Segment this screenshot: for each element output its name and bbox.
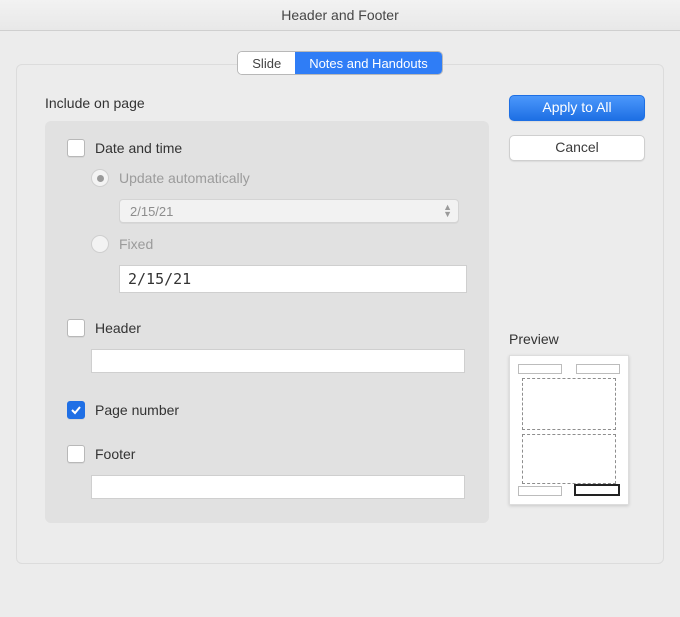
footer-label: Footer (95, 446, 135, 462)
header-checkbox[interactable] (67, 319, 85, 337)
options-left: Include on page Date and time Update aut… (45, 95, 489, 523)
preview-header-right (576, 364, 620, 374)
preview-label: Preview (509, 331, 645, 347)
footer-row: Footer (67, 445, 467, 463)
fixed-radio[interactable] (91, 235, 109, 253)
date-format-row: 2/15/21 ▲▼ (119, 199, 467, 223)
preview-header-left (518, 364, 562, 374)
tab-notes-handouts[interactable]: Notes and Handouts (295, 52, 442, 74)
pagenumber-row: Page number (67, 401, 467, 419)
apply-to-all-button[interactable]: Apply to All (509, 95, 645, 121)
footer-input[interactable] (91, 475, 465, 499)
update-auto-label: Update automatically (119, 170, 250, 186)
tab-group: Slide Notes and Handouts (16, 51, 664, 75)
preview-body-bottom (522, 434, 616, 484)
fixed-date-row: 2/15/21 (119, 265, 467, 293)
tab-slide[interactable]: Slide (238, 52, 295, 74)
datetime-label: Date and time (95, 140, 182, 156)
update-auto-radio[interactable] (91, 169, 109, 187)
preview-body-top (522, 378, 616, 430)
preview-footer-right (574, 484, 620, 496)
datetime-row: Date and time (67, 139, 467, 157)
header-row: Header (67, 319, 467, 337)
date-format-value: 2/15/21 (130, 204, 173, 219)
include-on-page-label: Include on page (45, 95, 489, 111)
pagenumber-label: Page number (95, 402, 179, 418)
options-panel: Include on page Date and time Update aut… (16, 64, 664, 564)
fixed-date-input[interactable]: 2/15/21 (119, 265, 467, 293)
stepper-arrows-icon: ▲▼ (443, 204, 452, 218)
pagenumber-checkbox[interactable] (67, 401, 85, 419)
preview-footer-left (518, 486, 562, 496)
fixed-label: Fixed (119, 236, 153, 252)
preview-thumbnail (509, 355, 629, 505)
options-right: Apply to All Cancel Preview (489, 95, 645, 505)
fixed-row: Fixed (91, 235, 467, 253)
date-format-select[interactable]: 2/15/21 ▲▼ (119, 199, 459, 223)
datetime-checkbox[interactable] (67, 139, 85, 157)
include-group: Date and time Update automatically 2/15/… (45, 121, 489, 523)
window-title: Header and Footer (0, 0, 680, 31)
footer-checkbox[interactable] (67, 445, 85, 463)
update-auto-row: Update automatically (91, 169, 467, 187)
header-input[interactable] (91, 349, 465, 373)
header-label: Header (95, 320, 141, 336)
cancel-button[interactable]: Cancel (509, 135, 645, 161)
dialog-content: Slide Notes and Handouts Include on page… (0, 31, 680, 580)
segmented-control: Slide Notes and Handouts (237, 51, 442, 75)
